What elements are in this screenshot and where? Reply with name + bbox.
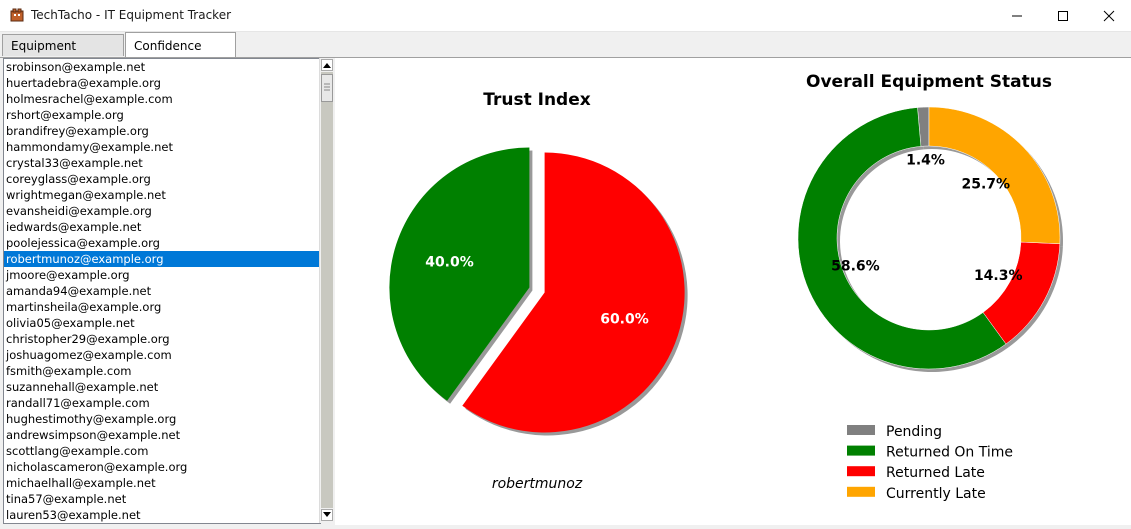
trust-slice-label: 40.0% (425, 255, 474, 271)
list-item[interactable]: evansheidi@example.org (4, 203, 320, 219)
list-item[interactable]: lauren53@example.net (4, 507, 320, 523)
legend-label: Pending (886, 424, 942, 440)
list-item[interactable]: fsmith@example.com (4, 363, 320, 379)
grip-icon (324, 83, 330, 91)
tab-confidence-index[interactable]: Confidence Index (125, 32, 236, 79)
list-item[interactable]: martinsheila@example.org (4, 299, 320, 315)
list-item[interactable]: amanda94@example.net (4, 283, 320, 299)
list-item[interactable]: coreyglass@example.org (4, 171, 320, 187)
scroll-up-button[interactable] (321, 59, 333, 71)
scrollbar-thumb[interactable] (321, 74, 333, 102)
legend-swatch (847, 425, 875, 435)
list-item[interactable]: rshort@example.org (4, 107, 320, 123)
list-scrollbar[interactable] (319, 58, 335, 523)
list-item[interactable]: scottlang@example.com (4, 443, 320, 459)
trust-index-title: Trust Index (483, 90, 591, 110)
status-slice-label: 58.6% (831, 259, 880, 275)
list-item[interactable]: nicholascameron@example.org (4, 459, 320, 475)
trust-slice-label: 60.0% (600, 311, 649, 327)
list-item[interactable]: holmesrachel@example.com (4, 91, 320, 107)
list-item[interactable]: tina57@example.net (4, 491, 320, 507)
app-icon (10, 8, 24, 22)
list-item[interactable]: brandifrey@example.org (4, 123, 320, 139)
list-item[interactable]: andrewsimpson@example.net (4, 427, 320, 443)
user-listbox[interactable]: srobinson@example.net huertadebra@example… (3, 58, 321, 524)
tab-bar: Equipment Tracking Confidence Index (0, 32, 1131, 79)
minimize-icon (1012, 15, 1022, 16)
status-slice-label: 25.7% (961, 177, 1010, 193)
trust-index-caption: robertmunoz (492, 476, 583, 492)
list-item[interactable]: wrightmegan@example.net (4, 187, 320, 203)
list-item[interactable]: jmoore@example.org (4, 267, 320, 283)
status-slice-label: 14.3% (974, 268, 1023, 284)
list-item[interactable]: crystal33@example.net (4, 155, 320, 171)
legend-swatch (847, 486, 875, 497)
list-item[interactable]: hughestimothy@example.org (4, 411, 320, 427)
list-item[interactable]: olivia05@example.net (4, 315, 320, 331)
list-item[interactable]: randall71@example.com (4, 395, 320, 411)
trust-index-pie: 40.0% 60.0% (389, 147, 688, 436)
arrow-down-icon (323, 512, 331, 517)
tab-equipment-tracking[interactable]: Equipment Tracking (2, 34, 124, 75)
close-icon (1103, 10, 1115, 21)
charts-canvas: Trust Index 40.0% 60.0% robertmunoz Overa… (389, 72, 1063, 502)
close-button[interactable] (1086, 0, 1131, 31)
list-item[interactable]: robertmunoz@example.org (4, 251, 320, 267)
list-item[interactable]: srobinson@example.net (4, 59, 320, 75)
list-item[interactable]: huertadebra@example.org (4, 75, 320, 91)
equipment-status-donut: 1.4% 58.6% 14.3% 25.7% (797, 106, 1063, 372)
scroll-down-button[interactable] (321, 509, 333, 521)
list-item[interactable]: suzannehall@example.net (4, 379, 320, 395)
equipment-status-title: Overall Equipment Status (806, 72, 1052, 92)
list-item[interactable]: christopher29@example.org (4, 331, 320, 347)
list-item[interactable]: iedwards@example.net (4, 219, 320, 235)
maximize-icon (1058, 10, 1068, 21)
legend-swatch (847, 445, 875, 456)
legend-label: Returned On Time (886, 445, 1013, 461)
equipment-status-legend: Pending Returned On Time Returned Late Curr… (847, 424, 1013, 502)
list-item[interactable]: michaelhall@example.net (4, 475, 320, 491)
list-item[interactable]: poolejessica@example.org (4, 235, 320, 251)
list-item[interactable]: joshuagomez@example.com (4, 347, 320, 363)
status-slice-label: 1.4% (906, 152, 945, 168)
chart-area: Trust Index 40.0% 60.0% robertmunoz Overa… (335, 58, 1131, 525)
legend-swatch (847, 466, 875, 477)
list-item[interactable]: hammondamy@example.net (4, 139, 320, 155)
arrow-up-icon (323, 63, 331, 68)
title-bar: TechTacho - IT Equipment Tracker (0, 0, 1131, 32)
window-title: TechTacho - IT Equipment Tracker (31, 8, 232, 22)
maximize-button[interactable] (1040, 0, 1086, 31)
legend-label: Returned Late (886, 465, 985, 481)
status-slice (928, 106, 1061, 245)
scrollbar-track[interactable] (321, 72, 333, 508)
minimize-button[interactable] (994, 0, 1040, 31)
legend-label: Currently Late (886, 486, 986, 502)
